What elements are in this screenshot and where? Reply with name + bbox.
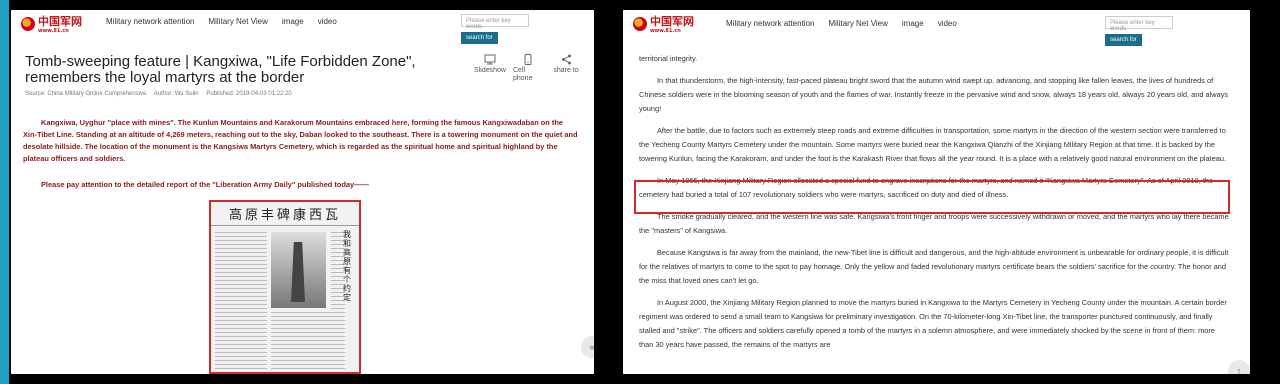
attention-note: Please pay attention to the detailed rep… xyxy=(41,180,369,189)
article-paragraph: In August 2000, the Xinjiang Military Re… xyxy=(639,298,1227,349)
main-nav: Military network attention Military Net … xyxy=(106,17,337,26)
site-logo[interactable]: 中国军网 www.81.cn xyxy=(21,16,82,34)
site-header: 中国军网 www.81.cn Military network attentio… xyxy=(623,10,1250,58)
article-title: Tomb-sweeping feature | Kangxiwa, "Life … xyxy=(25,53,416,86)
nav-video[interactable]: video xyxy=(318,17,337,26)
slideshow-button[interactable]: Slideshow xyxy=(474,54,506,83)
article-lead: Kangxiwa, Uyghur "place with mines". The… xyxy=(23,118,578,163)
search-input[interactable]: Please enter key words xyxy=(1105,16,1173,32)
newspaper-image: 高原丰碑康西瓦 我和高原有个约定 xyxy=(209,200,361,374)
nav-military-net-view[interactable]: Military Net View xyxy=(208,17,267,26)
monitor-icon xyxy=(484,54,496,65)
logo-emblem-icon xyxy=(21,17,35,31)
main-nav: Military network attention Military Net … xyxy=(726,19,957,28)
highlight-box xyxy=(634,180,1230,214)
article-meta: Source: China Military Online Comprehens… xyxy=(25,91,298,97)
nav-image[interactable]: image xyxy=(282,17,304,26)
logo-emblem-icon xyxy=(633,17,647,31)
article-paragraph: The smoke gradually cleared, and the wes… xyxy=(639,212,1229,235)
newspaper-headline: 高原丰碑康西瓦 xyxy=(211,202,359,226)
scroll-top-icon[interactable]: ↑ xyxy=(1228,360,1250,374)
cell-phone-button[interactable]: Cell phone xyxy=(513,54,543,83)
share-button[interactable]: share to xyxy=(551,54,581,83)
logo-url: www.81.cn xyxy=(650,28,681,34)
article-paragraph: In that thunderstorm, the high-intensity… xyxy=(639,76,1229,113)
cell-phone-label: Cell phone xyxy=(513,67,533,82)
slideshow-label: Slideshow xyxy=(474,67,506,74)
share-icon xyxy=(561,54,571,65)
left-browser-panel: 中国军网 www.81.cn Military network attentio… xyxy=(11,10,594,374)
nav-military-network-attention[interactable]: Military network attention xyxy=(726,19,814,28)
newspaper-text-column xyxy=(215,232,267,372)
newspaper-side-headline: 我和高原有个约定 xyxy=(343,230,351,302)
nav-video[interactable]: video xyxy=(938,19,957,28)
article-paragraph: territorial integrity. xyxy=(639,54,698,63)
share-label: share to xyxy=(553,67,579,74)
right-browser-panel: 中国军网 www.81.cn Military network attentio… xyxy=(623,10,1250,374)
nav-military-network-attention[interactable]: Military network attention xyxy=(106,17,194,26)
logo-text: 中国军网 xyxy=(38,15,82,28)
site-logo[interactable]: 中国军网 www.81.cn xyxy=(633,16,694,34)
site-header: 中国军网 www.81.cn Military network attentio… xyxy=(11,10,594,58)
article-source: Source: China Military Online Comprehens… xyxy=(25,91,147,97)
logo-url: www.81.cn xyxy=(38,28,69,34)
article-author: Author: Wu Sulin xyxy=(153,91,199,97)
search-input[interactable]: Please enter key words xyxy=(461,14,529,30)
article-published: Published: 2019-04-03 01:22:20 xyxy=(206,91,292,97)
nav-image[interactable]: image xyxy=(902,19,924,28)
scroll-arrow-icon[interactable]: « xyxy=(581,336,594,358)
share-tools: Slideshow Cell phone share to xyxy=(474,54,581,83)
search-button[interactable]: search for xyxy=(461,32,498,44)
phone-icon xyxy=(524,54,532,65)
article-paragraph: After the battle, due to factors such as… xyxy=(639,126,1227,163)
nav-military-net-view[interactable]: Military Net View xyxy=(828,19,887,28)
window-side-bar xyxy=(0,0,9,384)
article-paragraph: Because Kangsiwa is far away from the ma… xyxy=(639,248,1229,285)
search-button[interactable]: search for xyxy=(1105,34,1142,46)
logo-text: 中国军网 xyxy=(650,15,694,28)
